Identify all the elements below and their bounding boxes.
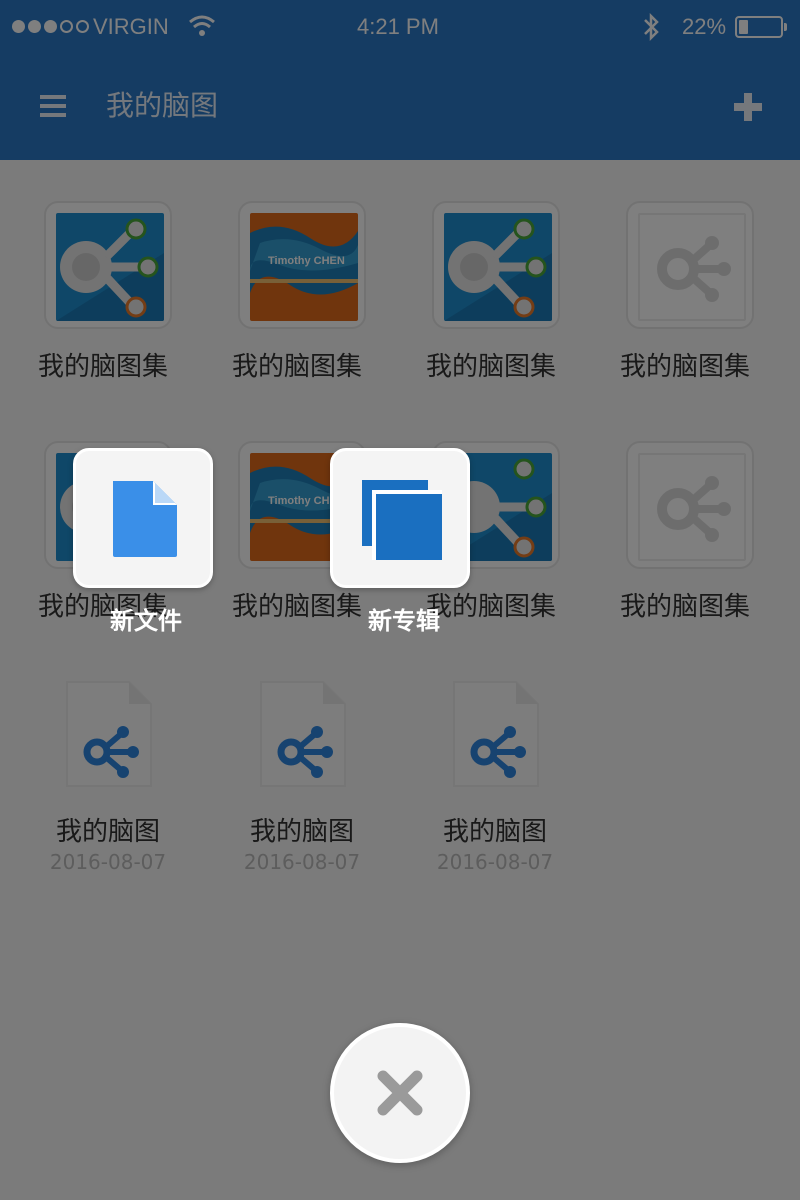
new-file-button[interactable]	[73, 448, 213, 588]
new-album-button[interactable]	[330, 448, 470, 588]
close-menu-button[interactable]	[330, 1023, 470, 1163]
new-album-label: 新专辑	[368, 607, 440, 635]
new-album-icon	[362, 480, 442, 560]
modal-overlay[interactable]	[0, 0, 800, 1200]
app-screen: VIRGIN 4:21 PM 22% 我的脑图	[0, 0, 800, 1200]
new-file-icon	[113, 481, 177, 557]
close-icon	[377, 1070, 423, 1116]
new-file-label: 新文件	[110, 607, 182, 635]
